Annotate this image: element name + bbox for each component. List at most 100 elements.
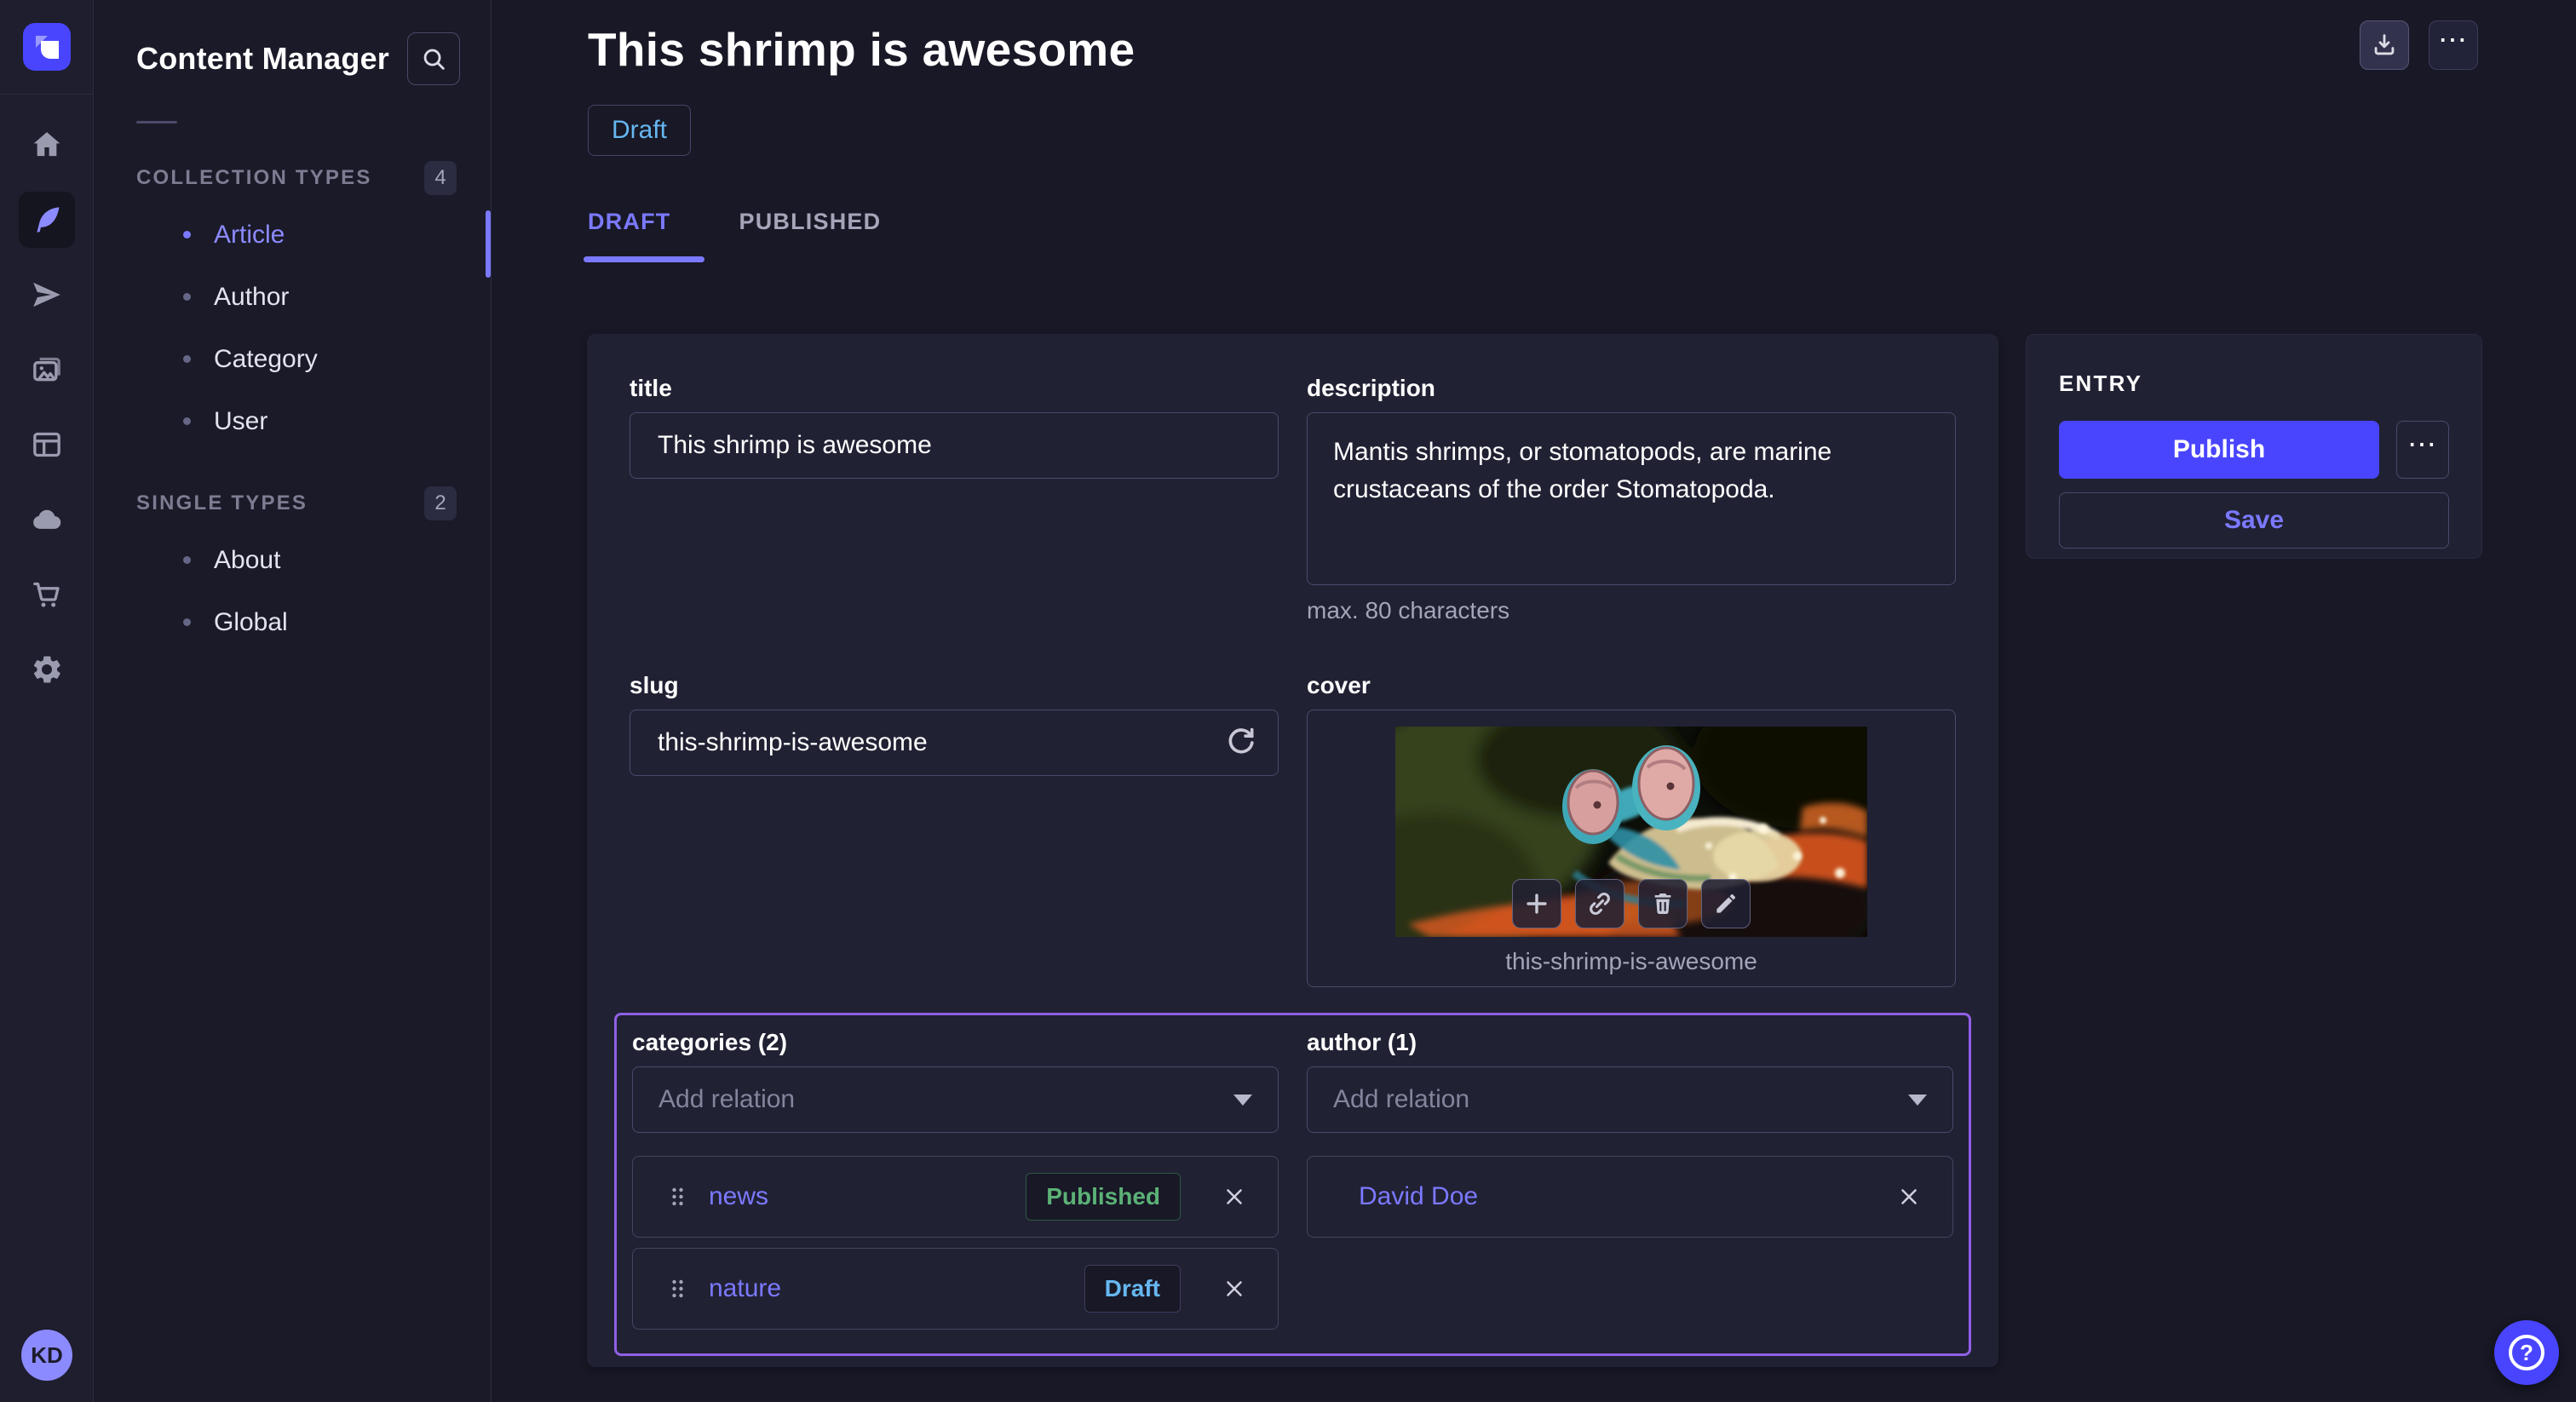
collection-types-section: COLLECTION TYPES 4 Article Author Catego… <box>94 161 491 452</box>
bullet-icon <box>183 417 191 425</box>
nav-icon-list <box>9 107 84 707</box>
save-button[interactable]: Save <box>2059 492 2449 549</box>
relation-status-badge: Draft <box>1084 1265 1181 1313</box>
title-field-group: title <box>630 375 1279 479</box>
categories-field-group: categories (2) Add relation news Publish… <box>632 1029 1279 1330</box>
remove-relation-button[interactable] <box>1891 1179 1927 1215</box>
add-media-button[interactable] <box>1512 879 1561 928</box>
close-icon <box>1222 1184 1247 1210</box>
categories-relation-select[interactable]: Add relation <box>632 1066 1279 1133</box>
author-select-placeholder: Add relation <box>1333 1085 1469 1114</box>
plus-icon <box>1522 889 1551 918</box>
refresh-icon <box>1222 724 1260 761</box>
relation-link-nature[interactable]: nature <box>709 1274 1084 1303</box>
single-types-label: SINGLE TYPES <box>136 491 308 515</box>
cover-actions-toolbar <box>1512 879 1751 928</box>
copy-link-button[interactable] <box>1575 879 1624 928</box>
description-textarea[interactable]: Mantis shrimps, or stomatopods, are mari… <box>1307 412 1956 585</box>
author-relation-select[interactable]: Add relation <box>1307 1066 1953 1133</box>
nav-home[interactable] <box>9 107 84 182</box>
close-icon <box>1222 1276 1247 1301</box>
sidebar-item-user[interactable]: User <box>94 390 491 452</box>
sidebar-item-about[interactable]: About <box>94 529 491 591</box>
cloud-icon <box>19 491 75 548</box>
relations-grid: categories (2) Add relation news Publish… <box>632 1029 1953 1330</box>
description-field-label: description <box>1307 375 1956 402</box>
single-types-section: SINGLE TYPES 2 About Global <box>94 486 491 653</box>
nav-settings[interactable] <box>9 632 84 707</box>
relation-link-david-doe[interactable]: David Doe <box>1359 1182 1891 1211</box>
remove-relation-button[interactable] <box>1216 1179 1252 1215</box>
feather-icon <box>19 192 75 248</box>
drag-handle-icon[interactable] <box>670 1186 685 1208</box>
chevron-down-icon <box>1233 1095 1252 1106</box>
tab-draft[interactable]: DRAFT <box>588 209 670 235</box>
version-tabs: DRAFT PUBLISHED <box>588 209 881 235</box>
nav-media-library[interactable] <box>9 332 84 407</box>
cover-field-group: cover <box>1307 672 1956 987</box>
drag-handle-icon[interactable] <box>670 1278 685 1300</box>
nav-content-manager[interactable] <box>9 182 84 257</box>
relation-item-nature: nature Draft <box>632 1248 1279 1330</box>
relation-item-news: news Published <box>632 1156 1279 1238</box>
nav-releases[interactable] <box>9 257 84 332</box>
trash-icon <box>1649 890 1676 917</box>
nav-divider <box>0 94 94 95</box>
slug-input[interactable] <box>630 710 1279 776</box>
paper-plane-icon <box>19 267 75 323</box>
user-avatar[interactable]: KD <box>21 1330 72 1381</box>
slug-field-label: slug <box>630 672 1279 699</box>
description-field-group: description Mantis shrimps, or stomatopo… <box>1307 375 1956 624</box>
link-icon <box>1585 889 1614 918</box>
search-button[interactable] <box>407 32 460 85</box>
nav-marketplace[interactable] <box>9 557 84 632</box>
home-icon <box>19 117 75 173</box>
remove-relation-button[interactable] <box>1216 1271 1252 1307</box>
relation-item-david-doe: David Doe <box>1307 1156 1953 1238</box>
nav-content-type-builder[interactable] <box>9 407 84 482</box>
bullet-icon <box>183 231 191 238</box>
description-hint: max. 80 characters <box>1307 597 1956 624</box>
categories-field-label: categories (2) <box>632 1029 1279 1056</box>
categories-select-placeholder: Add relation <box>658 1085 795 1114</box>
sidebar-header: Content Manager <box>94 0 491 85</box>
main-content: ⋯ This shrimp is awesome Draft DRAFT PUB… <box>492 0 2576 1402</box>
help-button[interactable]: ? <box>2494 1320 2559 1385</box>
chevron-down-icon <box>1908 1095 1927 1106</box>
gear-icon <box>19 641 75 698</box>
header-more-button[interactable]: ⋯ <box>2429 20 2478 70</box>
pencil-icon <box>1712 890 1739 917</box>
entry-panel-heading: ENTRY <box>2059 371 2449 397</box>
strapi-logo[interactable] <box>23 23 71 71</box>
app-window: KD Content Manager COLLECTION TYPES 4 Ar… <box>0 0 2576 1402</box>
cover-field-label: cover <box>1307 672 1956 699</box>
sidebar-item-author[interactable]: Author <box>94 266 491 328</box>
sidebar-item-article[interactable]: Article <box>94 204 491 266</box>
scrollbar-thumb[interactable] <box>486 210 491 278</box>
nav-deploy[interactable] <box>9 482 84 557</box>
relation-link-news[interactable]: news <box>709 1182 1026 1211</box>
delete-media-button[interactable] <box>1638 879 1688 928</box>
edit-media-button[interactable] <box>1701 879 1751 928</box>
main-nav-rail: KD <box>0 0 94 1402</box>
status-badge: Draft <box>588 105 691 156</box>
sidebar-title: Content Manager <box>136 41 389 77</box>
entry-more-button[interactable]: ⋯ <box>2396 421 2449 479</box>
download-button[interactable] <box>2360 20 2409 70</box>
form-row-1: title description Mantis shrimps, or sto… <box>630 375 1956 624</box>
content-manager-sidebar: Content Manager COLLECTION TYPES 4 Artic… <box>94 0 492 1402</box>
collection-types-header: COLLECTION TYPES 4 <box>94 161 491 195</box>
regenerate-slug-button[interactable] <box>1222 724 1260 761</box>
single-types-list: About Global <box>94 529 491 653</box>
title-input[interactable] <box>630 412 1279 479</box>
sidebar-item-global[interactable]: Global <box>94 591 491 653</box>
publish-button[interactable]: Publish <box>2059 421 2379 479</box>
author-field-label: author (1) <box>1307 1029 1953 1056</box>
cover-filename: this-shrimp-is-awesome <box>1308 948 1955 975</box>
download-icon <box>2370 31 2399 60</box>
single-types-count-badge: 2 <box>424 486 457 520</box>
sidebar-item-category[interactable]: Category <box>94 328 491 390</box>
bullet-icon <box>183 355 191 363</box>
collection-types-count-badge: 4 <box>424 161 457 195</box>
tab-published[interactable]: PUBLISHED <box>739 209 881 235</box>
